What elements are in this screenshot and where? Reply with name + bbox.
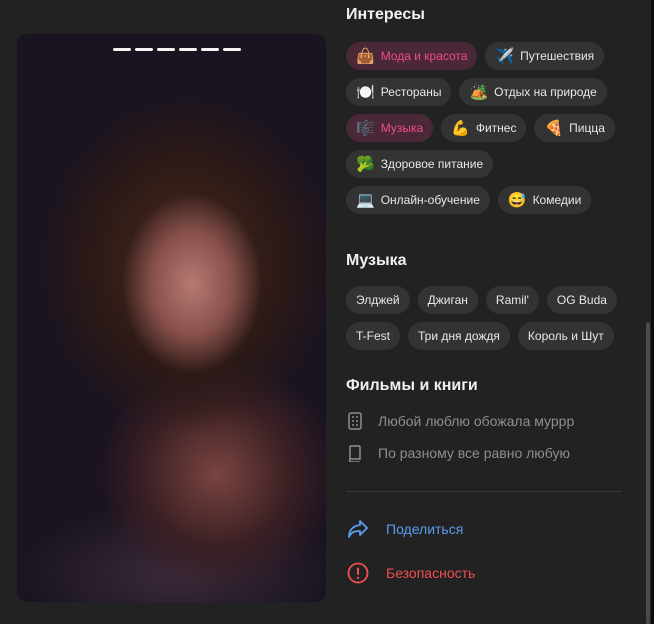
share-icon [346, 517, 370, 541]
interest-chip[interactable]: 😅 Комедии [497, 186, 592, 214]
safety-button[interactable]: Безопасность [346, 561, 475, 585]
music-chips: Элджей Джиган Ramil' OG Buda T-Fest Три … [346, 286, 626, 350]
interest-chip[interactable]: 🏕️ Отдых на природе [459, 78, 607, 106]
film-icon [346, 412, 364, 430]
films-text: Любой люблю обожала муррр [378, 413, 575, 429]
music-chip[interactable]: Три дня дождя [408, 322, 510, 350]
music-chip[interactable]: Ramil' [485, 286, 539, 314]
interest-chip[interactable]: 🎼 Музыка [346, 114, 434, 142]
story-segment[interactable] [113, 48, 131, 51]
interest-chip[interactable]: 👜 Мода и красота [346, 42, 478, 70]
interest-chip[interactable]: 🥦 Здоровое питание [346, 150, 494, 178]
divider [346, 491, 622, 492]
books-row: По разному все равно любую [346, 444, 570, 462]
interest-chip[interactable]: ✈️ Путешествия [485, 42, 605, 70]
warning-icon [346, 561, 370, 585]
interest-chip[interactable]: 🍕 Пицца [534, 114, 615, 142]
interest-chip[interactable]: 💻 Онлайн-обучение [346, 186, 490, 214]
camping-icon: 🏕️ [469, 83, 489, 101]
share-label: Поделиться [386, 521, 464, 537]
story-segment[interactable] [157, 48, 175, 51]
sweat-smile-icon: 😅 [507, 191, 527, 209]
music-chip[interactable]: Джиган [417, 286, 478, 314]
music-chip[interactable]: Элджей [346, 286, 410, 314]
story-segment[interactable] [201, 48, 219, 51]
music-score-icon: 🎼 [356, 119, 375, 137]
interests-chips: 👜 Мода и красота ✈️ Путешествия 🍽️ Ресторан… [346, 42, 626, 214]
music-chip[interactable]: T-Fest [346, 322, 401, 350]
interest-chip[interactable]: 🍽️ Рестораны [346, 78, 452, 106]
story-segment[interactable] [179, 48, 197, 51]
music-chip[interactable]: OG Buda [546, 286, 617, 314]
story-segment[interactable] [135, 48, 153, 51]
profile-panel: Интересы 👜 Мода и красота ✈️ Путешествия 🍽… [0, 0, 654, 624]
story-segment[interactable] [223, 48, 241, 51]
story-progress [113, 48, 241, 51]
profile-photo[interactable] [17, 34, 326, 602]
book-icon [346, 444, 364, 462]
share-button[interactable]: Поделиться [346, 517, 463, 541]
films-row: Любой люблю обожала муррр [346, 412, 574, 430]
biceps-icon: 💪 [451, 119, 470, 137]
safety-label: Безопасность [386, 565, 476, 581]
films-books-title: Фильмы и книги [346, 377, 478, 394]
scrollbar[interactable] [646, 322, 650, 624]
interest-chip[interactable]: 💪 Фитнес [441, 114, 527, 142]
interests-title: Интересы [346, 6, 425, 23]
books-text: По разному все равно любую [378, 445, 571, 461]
music-chip[interactable]: Король и Шут [517, 322, 614, 350]
laptop-icon: 💻 [356, 191, 375, 209]
airplane-icon: ✈️ [495, 47, 515, 65]
handbag-icon: 👜 [356, 47, 375, 65]
broccoli-icon: 🥦 [356, 155, 375, 173]
plate-icon: 🍽️ [356, 83, 375, 101]
music-title: Музыка [346, 252, 407, 269]
pizza-icon: 🍕 [544, 119, 564, 137]
